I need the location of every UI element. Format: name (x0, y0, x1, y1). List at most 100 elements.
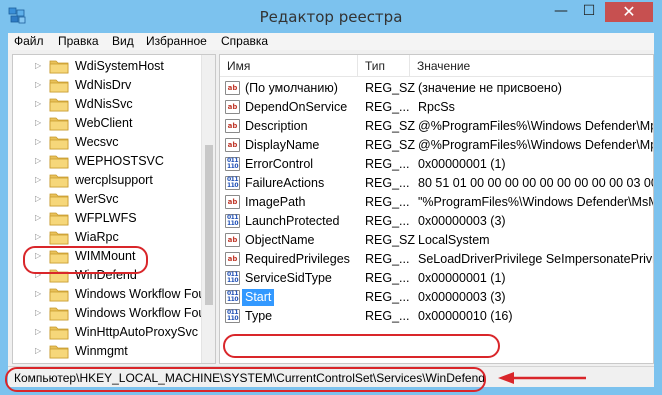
folder-icon (49, 79, 69, 93)
minimize-button[interactable]: — (548, 2, 574, 22)
expand-arrow-icon[interactable]: ▷ (35, 213, 41, 222)
expand-arrow-icon[interactable]: ▷ (35, 80, 41, 89)
string-value-icon: ab (225, 119, 240, 133)
tree-item[interactable]: ▷ WdNisDrv (13, 76, 203, 95)
value-type: REG_... (365, 176, 410, 190)
folder-icon (49, 136, 69, 150)
value-row[interactable]: ab ImagePath REG_... "%ProgramFiles%\Window… (220, 193, 654, 212)
tree-item[interactable]: ▷ WebClient (13, 114, 203, 133)
value-row[interactable]: ab ObjectName REG_SZ LocalSystem (220, 231, 653, 250)
key-tree-panel[interactable]: ▷ WdiSystemHost ▷ WdNisDrv ▷ WdNisSvc ▷ WebClie… (12, 54, 216, 364)
values-list-panel[interactable]: Имя Тип Значение ab (По умолчанию) REG_SZ(… (219, 54, 654, 364)
expand-arrow-icon[interactable]: ▷ (35, 118, 41, 127)
menu-edit[interactable]: Правка (58, 34, 99, 48)
tree-item[interactable]: ▷ WinHttpAutoProxySvc (13, 323, 203, 342)
value-type: REG_... (365, 195, 410, 209)
expand-arrow-icon[interactable]: ▷ (35, 156, 41, 165)
tree-item[interactable]: ▷ Wecsvc (13, 133, 203, 152)
tree-item[interactable]: ▷ WEPHOSTSVC (13, 152, 203, 171)
value-data: LocalSystem (418, 233, 490, 247)
value-row[interactable]: 011 110 ErrorControl REG_... 0x00000001 (1) (220, 155, 653, 174)
expand-arrow-icon[interactable]: ▷ (35, 194, 41, 203)
tree-item[interactable]: ▷ Windows Workflow Fou (13, 304, 206, 323)
tree-item-label: Winmgmt (75, 344, 128, 358)
string-value-icon: ab (225, 100, 240, 114)
value-row[interactable]: 011 110 Type REG_... 0x00000010 (16) (220, 307, 653, 326)
value-row[interactable]: ab DisplayName REG_SZ @%ProgramFiles%\Windo… (220, 136, 654, 155)
tree-item[interactable]: ▷ wercplsupport (13, 171, 203, 190)
start-value-highlight-annotation (223, 334, 500, 358)
tree-item[interactable]: ▷ Windows Workflow Fou (13, 285, 205, 304)
expand-arrow-icon[interactable]: ▷ (35, 289, 41, 298)
expand-arrow-icon[interactable]: ▷ (35, 175, 41, 184)
tree-item[interactable]: ▷ WerSvc (13, 190, 203, 209)
tree-item[interactable]: ▷ WdiSystemHost (13, 57, 203, 76)
expand-arrow-icon[interactable]: ▷ (35, 346, 41, 355)
tree-item-label: WdNisSvc (75, 97, 133, 111)
expand-arrow-icon[interactable]: ▷ (35, 327, 41, 336)
tree-item[interactable]: ▷ WFPLWFS (13, 209, 203, 228)
value-type: REG_SZ (365, 119, 416, 133)
folder-icon (49, 155, 69, 169)
folder-icon (49, 60, 69, 74)
value-row[interactable]: 011 110 LaunchProtected REG_... 0x00000003 (… (220, 212, 653, 231)
tree-item-label: WEPHOSTSVC (75, 154, 164, 168)
value-row[interactable]: ab RequiredPrivileges REG_... SeLoadDriverP… (220, 250, 653, 269)
value-type: REG_... (365, 214, 410, 228)
value-data: @%ProgramFiles%\Windows Defender\MpAs (418, 138, 654, 152)
tree-scrollbar[interactable] (201, 55, 215, 363)
value-data: "%ProgramFiles%\Windows Defender\MsMpE (418, 195, 654, 209)
value-row[interactable]: ab (По умолчанию) REG_SZ (значение не присв… (220, 79, 653, 98)
value-data: 0x00000003 (3) (418, 290, 506, 304)
column-header-type[interactable]: Тип (358, 55, 410, 77)
value-row[interactable]: 011 110 Start REG_... 0x00000003 (3) (220, 288, 653, 307)
maximize-button[interactable]: ☐ (576, 2, 602, 22)
folder-icon (49, 98, 69, 112)
value-row[interactable]: ab DependOnService REG_... RpcSs (220, 98, 653, 117)
status-bar: Компьютер\HKEY_LOCAL_MACHINE\SYSTEM\Curr… (5, 366, 654, 392)
value-row[interactable]: ab Description REG_SZ @%ProgramFiles%\Windo… (220, 117, 653, 136)
value-data: 0x00000010 (16) (418, 309, 513, 323)
value-name: LaunchProtected (245, 214, 340, 228)
column-value-label: Значение (417, 59, 471, 73)
menu-favorites[interactable]: Избранное (146, 34, 207, 48)
tree-item-label: Windows Workflow Fou (75, 306, 206, 320)
value-data: RpcSs (418, 100, 455, 114)
value-name: ServiceSidType (245, 271, 332, 285)
tree-item-label: Wecsvc (75, 135, 119, 149)
value-data: 0x00000003 (3) (418, 214, 506, 228)
menu-view[interactable]: Вид (112, 34, 134, 48)
expand-arrow-icon[interactable]: ▷ (35, 232, 41, 241)
column-header-value[interactable]: Значение (410, 55, 653, 77)
tree-item-label: WdiSystemHost (75, 59, 164, 73)
value-type: REG_SZ (365, 138, 416, 152)
expand-arrow-icon[interactable]: ▷ (35, 137, 41, 146)
binary-value-icon: 011 110 (225, 290, 240, 304)
value-type: REG_... (365, 309, 410, 323)
menu-file[interactable]: Файл (14, 34, 44, 48)
left-arrow-annotation-icon (498, 372, 586, 384)
value-data: 0x00000001 (1) (418, 271, 506, 285)
tree-item[interactable]: ▷ Winmgmt (13, 342, 203, 361)
tree-scrollbar-thumb[interactable] (205, 145, 213, 305)
registry-editor-window: Редактор реестра — ☐ ✕ Файл Правка Вид И… (0, 0, 662, 395)
value-type: REG_... (365, 252, 410, 266)
title-bar[interactable]: Редактор реестра — ☐ ✕ (0, 0, 662, 33)
value-row[interactable]: 011 110 ServiceSidType REG_... 0x00000001 (1… (220, 269, 653, 288)
tree-item-label: WebClient (75, 116, 133, 130)
menu-help[interactable]: Справка (221, 34, 268, 48)
expand-arrow-icon[interactable]: ▷ (35, 308, 41, 317)
path-highlight-annotation (5, 367, 486, 392)
menu-bar: Файл Правка Вид Избранное Справка (8, 33, 654, 50)
close-button[interactable]: ✕ (605, 2, 653, 22)
expand-arrow-icon[interactable]: ▷ (35, 99, 41, 108)
value-data: 0x00000001 (1) (418, 157, 506, 171)
folder-icon (49, 345, 69, 359)
expand-arrow-icon[interactable]: ▷ (35, 61, 41, 70)
tree-item[interactable]: ▷ WiaRpc (13, 228, 203, 247)
value-row[interactable]: 011 110 FailureActions REG_... 80 51 01 00 0… (220, 174, 653, 193)
column-header-name[interactable]: Имя (220, 55, 358, 77)
value-type: REG_... (365, 157, 410, 171)
value-type: REG_... (365, 100, 410, 114)
tree-item[interactable]: ▷ WdNisSvc (13, 95, 203, 114)
